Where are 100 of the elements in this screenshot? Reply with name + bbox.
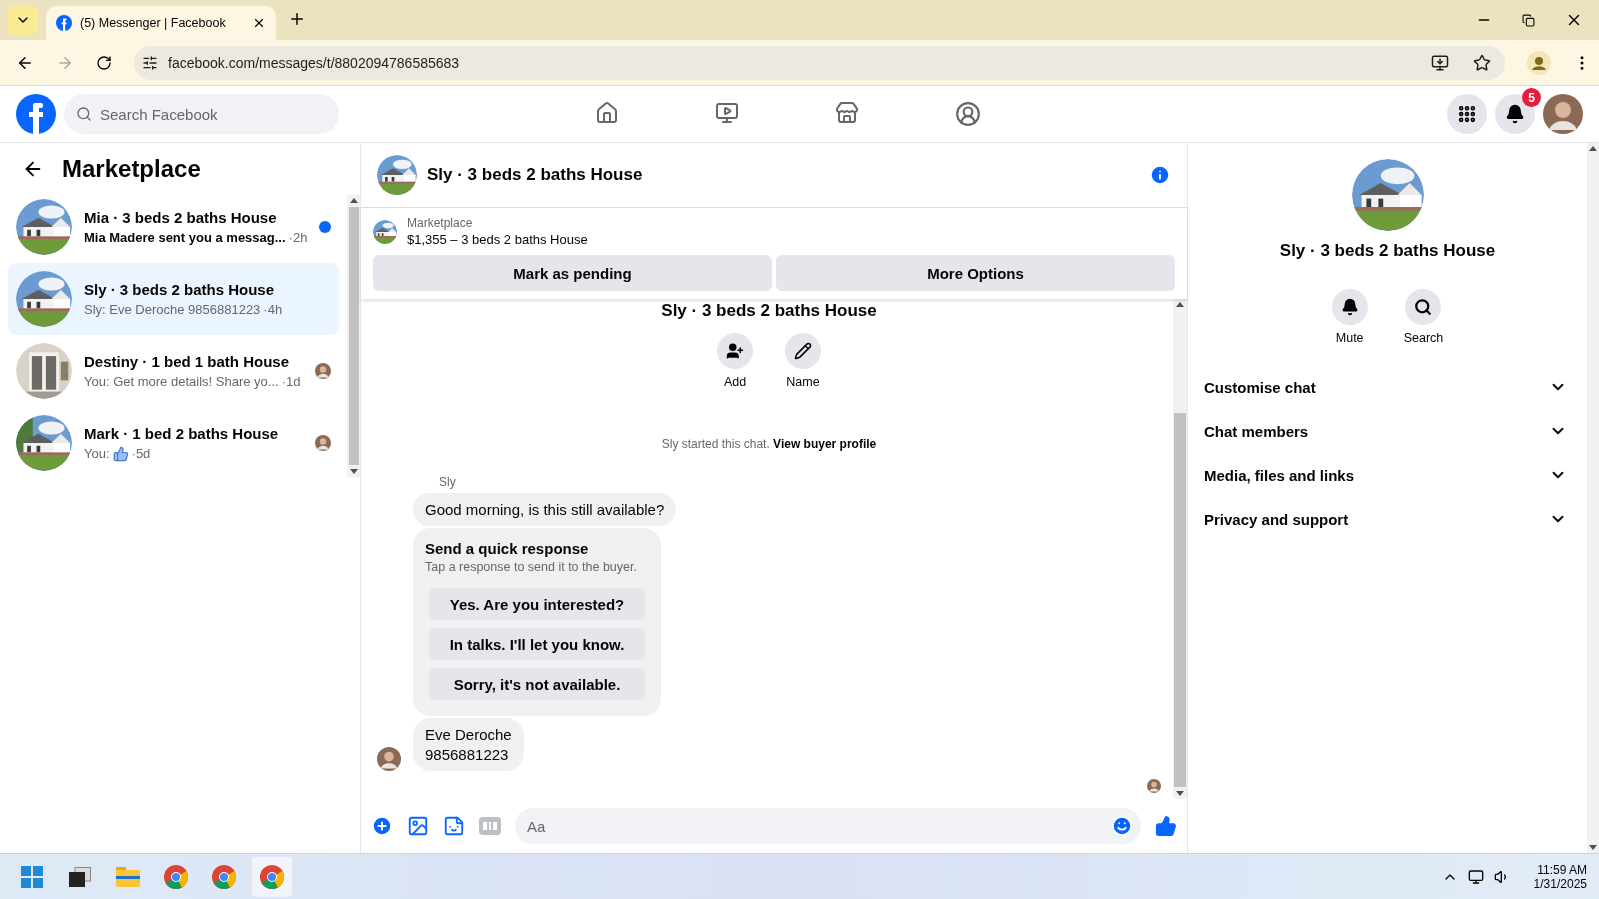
action-label: Add — [723, 375, 747, 389]
conversation-preview: Sly: Eve Deroche 9856881223 — [84, 302, 261, 317]
groups-icon[interactable] — [955, 101, 981, 127]
details-section[interactable]: Customise chat — [1204, 378, 1316, 396]
conversation-item[interactable]: Mark · 1 bed 2 baths House You: ·5d — [8, 407, 340, 479]
message-text: 9856881223 — [425, 746, 510, 763]
bookmark-icon[interactable] — [1473, 53, 1491, 72]
action-label: Search — [1403, 331, 1444, 345]
conversation-item[interactable]: Sly · 3 beds 2 baths House Sly: Eve Deroche 9856881223 ·4h — [8, 263, 340, 335]
conversation-time: ·2h — [288, 230, 308, 245]
scroll-down-icon[interactable] — [349, 469, 358, 474]
address-bar[interactable]: facebook.com/messages/t/8802094786585683 — [134, 45, 1505, 80]
conversation-title: Mark · 1 bed 2 baths House — [84, 424, 280, 442]
facebook-logo-icon — [56, 15, 72, 31]
browser-icon[interactable] — [211, 863, 237, 890]
like-icon[interactable] — [1155, 815, 1177, 837]
scroll-down-icon[interactable] — [1589, 845, 1597, 850]
add-person-icon — [726, 342, 744, 360]
details-section[interactable]: Chat members — [1204, 422, 1309, 440]
scroll-up-icon[interactable] — [1589, 146, 1597, 151]
tab-search-button[interactable] — [8, 5, 38, 35]
store-icon[interactable] — [835, 101, 859, 125]
quick-response-subtitle: Tap a response to send it to the buyer. — [425, 560, 638, 574]
bell-icon — [1505, 104, 1525, 124]
message-text: Good morning, is this still available? — [425, 501, 665, 518]
edit-name-button[interactable] — [785, 333, 821, 369]
scroll-up-icon[interactable] — [349, 198, 358, 203]
add-person-button[interactable] — [717, 333, 753, 369]
seen-avatar — [1147, 779, 1161, 793]
close-icon[interactable] — [252, 16, 266, 30]
mute-button[interactable] — [1331, 289, 1368, 325]
conversation-preview: You: Get more details! Share yo... — [84, 374, 279, 389]
menu-button[interactable] — [1447, 94, 1487, 134]
action-label: Name — [786, 375, 820, 389]
photo-icon[interactable] — [407, 815, 429, 837]
conversation-title: Destiny · 1 bed 1 bath House — [84, 353, 291, 370]
scrollbar[interactable] — [1173, 299, 1187, 799]
scroll-down-icon[interactable] — [1176, 791, 1184, 796]
sidebar-title: Marketplace — [62, 155, 201, 183]
message-field[interactable]: Aa — [515, 808, 1141, 844]
sender-name: Sly — [439, 475, 457, 489]
add-icon[interactable] — [371, 815, 393, 837]
listing-price: $1,355 – 3 beds 2 baths House — [407, 232, 588, 247]
search-icon — [76, 106, 92, 122]
scroll-up-icon[interactable] — [1176, 302, 1184, 307]
conversation-time: ·5d — [131, 446, 151, 461]
new-tab-icon[interactable] — [288, 10, 306, 28]
emoji-icon[interactable] — [1111, 815, 1133, 837]
sticker-icon[interactable] — [443, 815, 465, 837]
browser-icon[interactable] — [259, 863, 285, 890]
conversation-item[interactable]: Mia · 3 beds 2 baths House Mia Madere sent you a messag... ·2h — [8, 191, 340, 263]
search-field[interactable]: Search Facebook — [64, 94, 339, 134]
restore-icon[interactable] — [1522, 13, 1535, 27]
grid-icon — [1457, 104, 1477, 124]
message-text: Eve Deroche — [425, 726, 512, 743]
quick-response-button[interactable]: Yes. Are you interested? — [429, 588, 645, 620]
chat-title: Sly · 3 beds 2 baths House — [427, 165, 644, 185]
profile-icon[interactable] — [1527, 50, 1551, 75]
conversation-title: Sly · 3 beds 2 baths House — [84, 281, 276, 298]
site-settings-icon[interactable] — [142, 54, 158, 71]
quick-response-button[interactable]: In talks. I'll let you know. — [429, 628, 645, 660]
conversation-preview: Mia Madere sent you a messag... — [84, 230, 286, 245]
conversation-preview: You: — [84, 446, 110, 461]
pencil-icon — [794, 342, 812, 360]
folder-icon[interactable] — [116, 866, 140, 887]
details-title: Sly · 3 beds 2 baths House — [1279, 241, 1496, 261]
notifications-button[interactable] — [1495, 94, 1535, 134]
chat-started-note: Sly started this chat. View buyer profile — [661, 437, 877, 451]
search-button[interactable] — [1405, 289, 1442, 325]
video-icon[interactable] — [715, 101, 739, 125]
chat-intro-title: Sly · 3 beds 2 baths House — [661, 301, 877, 321]
quick-response-title: Send a quick response — [425, 540, 590, 557]
search-icon — [1414, 298, 1433, 316]
home-icon[interactable] — [595, 101, 619, 125]
notification-badge: 5 — [1522, 88, 1541, 107]
task-view-icon[interactable] — [69, 866, 91, 887]
view-buyer-profile-link[interactable]: View buyer profile — [773, 437, 877, 451]
conversation-time: ·1d — [281, 374, 301, 389]
scrollbar[interactable] — [347, 195, 360, 477]
conversation-time: ·4h — [263, 302, 283, 317]
network-icon[interactable] — [1467, 868, 1484, 885]
listing-button[interactable]: More Options — [776, 255, 1175, 291]
start-icon[interactable] — [21, 865, 43, 888]
quick-response-button[interactable]: Sorry, it's not available. — [429, 668, 645, 700]
details-section[interactable]: Media, files and links — [1204, 466, 1355, 484]
listing-label: Marketplace — [407, 216, 474, 230]
listing-button[interactable]: Mark as pending — [373, 255, 772, 291]
scrollbar[interactable] — [1587, 143, 1599, 853]
browser-icon[interactable] — [163, 863, 189, 890]
sender-avatar — [377, 747, 401, 771]
reload-icon[interactable] — [96, 54, 112, 71]
conversation-item[interactable]: Destiny · 1 bed 1 bath House You: Get more details! Share yo... ·1d — [8, 335, 340, 407]
facebook-logo-icon[interactable] — [16, 94, 56, 134]
details-section[interactable]: Privacy and support — [1204, 510, 1349, 528]
install-icon[interactable] — [1431, 53, 1449, 72]
conversation-title: Mia · 3 beds 2 baths House — [84, 209, 278, 226]
clock[interactable]: 11:59 AM 1/31/2025 — [1533, 862, 1587, 891]
browser-tab[interactable]: (5) Messenger | Facebook — [46, 6, 276, 40]
account-avatar — [1543, 94, 1583, 134]
info-icon[interactable] — [1149, 164, 1171, 186]
